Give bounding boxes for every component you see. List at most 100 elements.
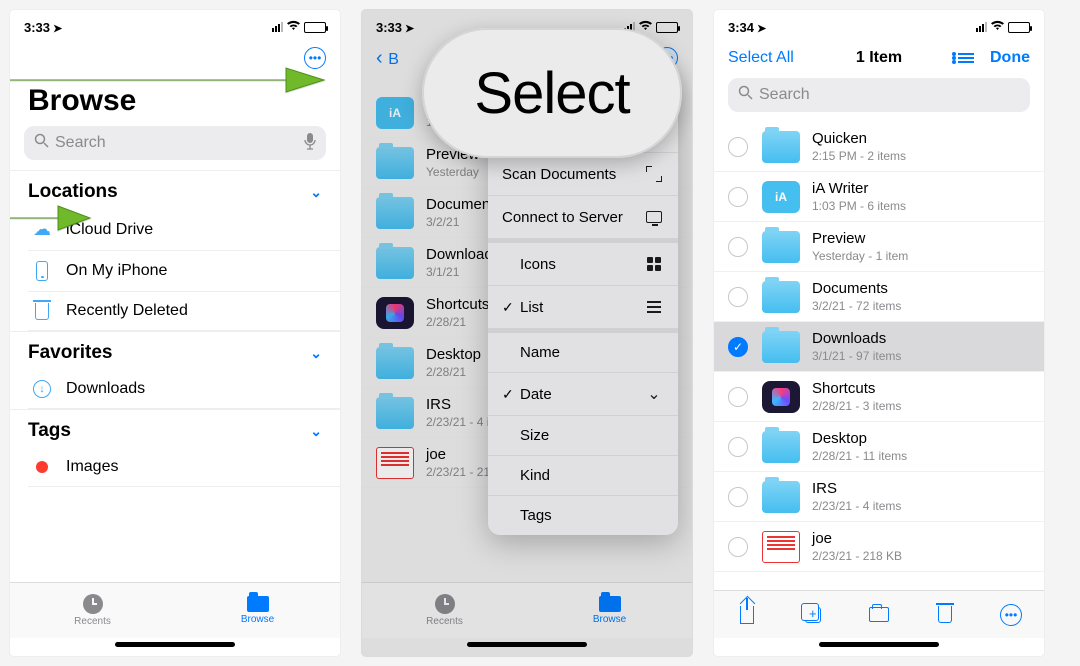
- file-row[interactable]: Documents 3/2/21 - 72 items: [714, 272, 1044, 322]
- status-bar: 3:33➤: [10, 16, 340, 38]
- file-name: Shortcuts: [812, 380, 901, 397]
- file-name: Quicken: [812, 130, 906, 147]
- checkbox-icon[interactable]: ✓: [728, 337, 748, 357]
- file-row[interactable]: Shortcuts 2/28/21 - 3 items: [714, 372, 1044, 422]
- list-view-icon[interactable]: [958, 53, 974, 63]
- search-field[interactable]: Search: [24, 126, 326, 160]
- menu-connect-server[interactable]: Connect to Server: [488, 196, 678, 239]
- download-icon: ↓: [28, 380, 56, 398]
- location-on-my-iphone[interactable]: On My iPhone: [28, 251, 340, 292]
- checkbox-icon[interactable]: [728, 537, 748, 557]
- menu-sort-kind[interactable]: Kind: [488, 456, 678, 496]
- menu-view-icons[interactable]: Icons: [488, 243, 678, 286]
- file-row[interactable]: joe 2/23/21 - 218 KB: [714, 522, 1044, 572]
- chevron-down-icon: ⌄: [310, 423, 322, 440]
- favorite-downloads[interactable]: ↓ Downloads: [28, 370, 340, 409]
- checkbox-icon[interactable]: [728, 387, 748, 407]
- file-sub: 2/28/21 - 11 items: [812, 449, 907, 463]
- share-button[interactable]: [736, 604, 758, 626]
- favorites-header[interactable]: Favorites ⌄: [10, 331, 340, 370]
- folder-icon: [376, 247, 414, 279]
- battery-icon: [304, 22, 326, 33]
- menu-sort-name[interactable]: Name: [488, 333, 678, 373]
- menu-sort-date[interactable]: ✓Date ⌄: [488, 373, 678, 416]
- folder-icon: [376, 347, 414, 379]
- location-icon: ➤: [53, 23, 62, 35]
- home-indicator: [362, 638, 692, 656]
- file-name: Desktop: [426, 346, 481, 363]
- file-sub: 2/28/21: [426, 315, 489, 329]
- back-button[interactable]: ‹ B: [376, 47, 399, 70]
- mic-icon[interactable]: [304, 132, 316, 155]
- file-sub: Yesterday - 1 item: [812, 249, 908, 263]
- folder-icon: [247, 596, 269, 612]
- chevron-down-icon: ⌄: [644, 384, 664, 404]
- folder-icon: [762, 481, 800, 513]
- tag-images[interactable]: Images: [28, 448, 340, 487]
- checkbox-icon[interactable]: [728, 187, 748, 207]
- file-sub: 3/1/21 - 97 items: [812, 349, 901, 363]
- file-name: Preview: [812, 230, 908, 247]
- screenshot-menu: 3:33➤ ‹ B ••• iA iA Writer 1:03 PM Previ…: [362, 10, 692, 656]
- file-sub: 1:03 PM - 6 items: [812, 199, 906, 213]
- done-button[interactable]: Done: [990, 49, 1030, 67]
- folder-icon: [762, 131, 800, 163]
- menu-view-list[interactable]: ✓List: [488, 286, 678, 329]
- checkbox-icon[interactable]: [728, 237, 748, 257]
- menu-sort-size[interactable]: Size: [488, 416, 678, 456]
- document-icon: [376, 447, 414, 479]
- tab-recents[interactable]: Recents: [10, 583, 175, 638]
- home-indicator: [714, 638, 1044, 656]
- clock-icon: [83, 594, 103, 614]
- more-button[interactable]: •••: [1000, 604, 1022, 626]
- location-recently-deleted[interactable]: Recently Deleted: [28, 292, 340, 331]
- file-row[interactable]: Desktop 2/28/21 - 11 items: [714, 422, 1044, 472]
- file-list: Quicken 2:15 PM - 2 items iA iA Writer 1…: [714, 122, 1044, 590]
- file-row[interactable]: iA iA Writer 1:03 PM - 6 items: [714, 172, 1044, 222]
- folder-icon: [762, 331, 800, 363]
- file-row[interactable]: Preview Yesterday - 1 item: [714, 222, 1044, 272]
- document-icon: [762, 531, 800, 563]
- file-sub: 2/28/21: [426, 365, 481, 379]
- tab-bar: Recents Browse: [362, 582, 692, 638]
- tags-header[interactable]: Tags ⌄: [10, 409, 340, 448]
- scan-icon: [644, 164, 664, 184]
- screen-icon: [644, 207, 664, 227]
- file-row[interactable]: ✓ Downloads 3/1/21 - 97 items: [714, 322, 1044, 372]
- tab-browse[interactable]: Browse: [527, 583, 692, 638]
- select-all-button[interactable]: Select All: [728, 49, 794, 67]
- search-field[interactable]: Search: [728, 78, 1030, 112]
- file-row[interactable]: Quicken 2:15 PM - 2 items: [714, 122, 1044, 172]
- tag-dot-icon: [28, 461, 56, 473]
- chevron-down-icon: ⌄: [310, 345, 322, 362]
- file-sub: 2/23/21 - 4 items: [812, 499, 901, 513]
- menu-sort-tags[interactable]: Tags: [488, 496, 678, 535]
- wifi-icon: [990, 20, 1005, 34]
- folder-icon: [376, 147, 414, 179]
- tab-browse[interactable]: Browse: [175, 583, 340, 638]
- move-button[interactable]: [868, 604, 890, 626]
- file-name: Shortcuts: [426, 296, 489, 313]
- search-icon: [34, 133, 49, 153]
- menu-scan-documents[interactable]: Scan Documents: [488, 153, 678, 196]
- file-sub: Yesterday: [426, 165, 479, 179]
- duplicate-button[interactable]: [802, 604, 824, 626]
- checkbox-icon[interactable]: [728, 437, 748, 457]
- checkbox-icon[interactable]: [728, 137, 748, 157]
- file-row[interactable]: IRS 2/23/21 - 4 items: [714, 472, 1044, 522]
- ia-writer-icon: iA: [376, 97, 414, 129]
- file-name: IRS: [812, 480, 901, 497]
- list-icon: [644, 297, 664, 317]
- nav-bar: Select All 1 Item Done: [714, 38, 1044, 78]
- search-icon: [738, 85, 753, 105]
- trash-icon: [28, 303, 56, 320]
- file-name: Desktop: [812, 430, 907, 447]
- cell-signal-icon: [272, 22, 283, 32]
- tab-recents[interactable]: Recents: [362, 583, 527, 638]
- screenshot-browse: 3:33➤ ••• Browse Search Locations ⌄ ☁︎ i…: [10, 10, 340, 656]
- checkbox-icon[interactable]: [728, 287, 748, 307]
- checkbox-icon[interactable]: [728, 487, 748, 507]
- delete-button[interactable]: [934, 604, 956, 626]
- file-name: Downloads: [812, 330, 901, 347]
- location-icon: ➤: [405, 23, 414, 35]
